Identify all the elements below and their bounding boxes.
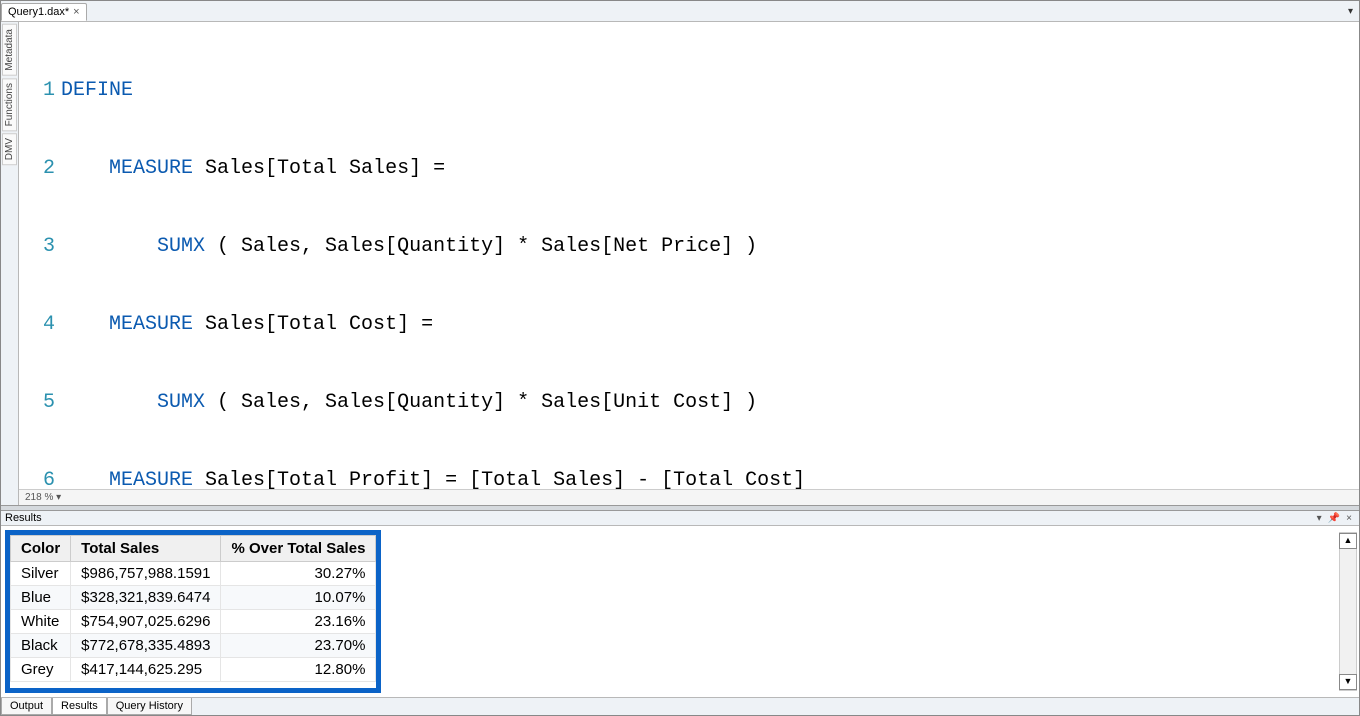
bottom-tab-bar: Output Results Query History bbox=[1, 697, 1359, 715]
cell-color: Blue bbox=[11, 586, 71, 610]
tab-query1[interactable]: Query1.dax* × bbox=[1, 3, 87, 21]
cell-pct: 23.70% bbox=[221, 634, 376, 658]
results-title: Results bbox=[5, 512, 42, 524]
line-number: 4 bbox=[19, 312, 61, 338]
table-row[interactable]: White$754,907,025.629623.16% bbox=[11, 610, 376, 634]
document-tab-bar: Query1.dax* × ▾ bbox=[1, 1, 1359, 22]
cell-pct: 23.16% bbox=[221, 610, 376, 634]
tab-results[interactable]: Results bbox=[52, 698, 107, 715]
cell-pct: 30.27% bbox=[221, 562, 376, 586]
line-number: 1 bbox=[19, 78, 61, 104]
cell-color: Grey bbox=[11, 658, 71, 682]
line-number: 2 bbox=[19, 156, 61, 182]
results-header: Results ▾ 📌 × bbox=[1, 511, 1359, 526]
code-editor[interactable]: 1DEFINE 2 MEASURE Sales[Total Sales] = 3… bbox=[19, 22, 1359, 489]
pin-icon[interactable]: 📌 bbox=[1325, 513, 1343, 524]
cell-sales: $328,321,839.6474 bbox=[71, 586, 221, 610]
cell-sales: $417,144,625.295 bbox=[71, 658, 221, 682]
table-row[interactable]: Black$772,678,335.489323.70% bbox=[11, 634, 376, 658]
cell-sales: $754,907,025.6296 bbox=[71, 610, 221, 634]
cell-color: Silver bbox=[11, 562, 71, 586]
dropdown-icon[interactable]: ▾ bbox=[1314, 513, 1325, 524]
cell-pct: 10.07% bbox=[221, 586, 376, 610]
scroll-down-button[interactable]: ▼ bbox=[1339, 674, 1357, 690]
line-number: 3 bbox=[19, 234, 61, 260]
cell-sales: $986,757,988.1591 bbox=[71, 562, 221, 586]
close-icon[interactable]: × bbox=[73, 6, 79, 18]
highlight-results-grid: Color Total Sales % Over Total Sales Sil… bbox=[5, 530, 381, 693]
tab-title: Query1.dax* bbox=[8, 6, 69, 18]
tab-query-history[interactable]: Query History bbox=[107, 698, 192, 715]
line-number: 5 bbox=[19, 390, 61, 416]
results-grid[interactable]: Color Total Sales % Over Total Sales Sil… bbox=[10, 535, 376, 682]
results-scrollbar[interactable]: ▲ ▼ bbox=[1339, 532, 1357, 691]
cell-pct: 12.80% bbox=[221, 658, 376, 682]
cell-sales: $772,678,335.4893 bbox=[71, 634, 221, 658]
scroll-up-button[interactable]: ▲ bbox=[1339, 533, 1357, 549]
col-color[interactable]: Color bbox=[11, 536, 71, 562]
tabs-overflow-icon[interactable]: ▾ bbox=[1342, 6, 1359, 17]
table-row[interactable]: Silver$986,757,988.159130.27% bbox=[11, 562, 376, 586]
col-total-sales[interactable]: Total Sales bbox=[71, 536, 221, 562]
table-row[interactable]: Blue$328,321,839.647410.07% bbox=[11, 586, 376, 610]
close-icon[interactable]: × bbox=[1343, 513, 1355, 524]
zoom-level[interactable]: 218 % ▾ bbox=[19, 489, 1359, 505]
cell-color: White bbox=[11, 610, 71, 634]
table-row[interactable]: Grey$417,144,625.29512.80% bbox=[11, 658, 376, 682]
left-sidebar: Metadata Functions DMV bbox=[1, 22, 19, 505]
sidebar-dmv[interactable]: DMV bbox=[2, 133, 17, 165]
line-number: 6 bbox=[19, 468, 61, 489]
tab-output[interactable]: Output bbox=[1, 698, 52, 715]
sidebar-functions[interactable]: Functions bbox=[2, 78, 17, 131]
cell-color: Black bbox=[11, 634, 71, 658]
sidebar-metadata[interactable]: Metadata bbox=[2, 24, 17, 76]
col-pct-over-total[interactable]: % Over Total Sales bbox=[221, 536, 376, 562]
